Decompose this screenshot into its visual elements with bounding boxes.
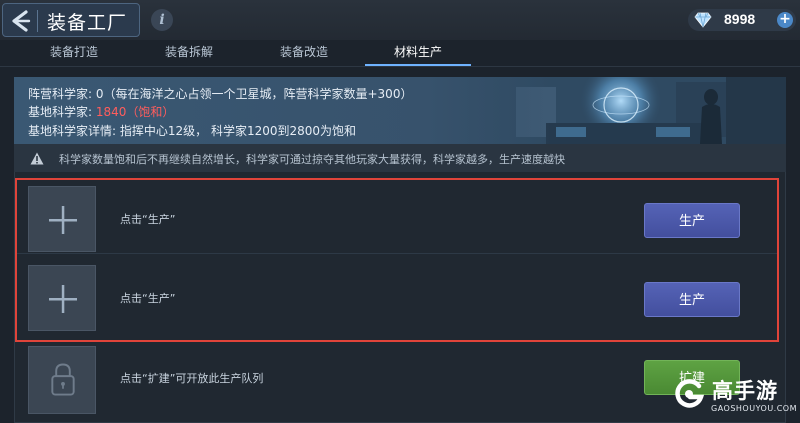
back-arrow-icon	[12, 10, 31, 32]
currency-display: 8998 +	[688, 9, 796, 31]
highlight-frame	[15, 178, 779, 342]
back-button[interactable]	[7, 8, 33, 34]
warning-icon	[30, 152, 44, 165]
faction-scientist-text: 阵营科学家: 0（每在海洋之心占领一个卫星城，阵营科学家数量+300）	[28, 87, 413, 101]
tab-equipment-modify[interactable]: 装备改造	[251, 40, 357, 66]
tab-equipment-craft[interactable]: 装备打造	[21, 40, 127, 66]
watermark-logo-icon	[675, 379, 705, 408]
lock-icon	[51, 363, 75, 396]
tab-bar: 装备打造 装备拆解 装备改造 材料生产	[0, 40, 800, 66]
watermark-name: 高手游	[712, 379, 778, 403]
info-button[interactable]: i	[151, 9, 173, 31]
currency-amount: 8998	[724, 11, 756, 27]
notice-bar: 科学家数量饱和后不再继续自然增长，科学家可通过掠夺其他玩家大量获得，科学家越多，…	[14, 144, 786, 172]
tab-material-production[interactable]: 材料生产	[365, 40, 471, 66]
watermark-url: GAOSHOUYOU.COM	[711, 404, 798, 413]
diamond-icon	[694, 12, 712, 28]
scientist-info-banner: 阵营科学家: 0（每在海洋之心占领一个卫星城，阵营科学家数量+300） 基地科学…	[14, 77, 786, 144]
scientist-detail-text: 基地科学家详情: 指挥中心12级， 科学家1200到2800为饱和	[28, 124, 357, 138]
add-currency-button[interactable]: +	[777, 12, 793, 28]
tab-divider	[0, 66, 800, 67]
notice-text: 科学家数量饱和后不再继续自然增长，科学家可通过掠夺其他玩家大量获得，科学家越多，…	[59, 153, 565, 166]
locked-slot	[28, 346, 96, 414]
title-box: 装备工厂	[2, 3, 140, 37]
expand-hint-text: 点击“扩建”可开放此生产队列	[120, 372, 264, 385]
base-scientist-line: 基地科学家: 1840（饱和）	[28, 103, 174, 120]
page-title: 装备工厂	[47, 12, 128, 34]
site-watermark: 高手游 GAOSHOUYOU.COM	[672, 375, 798, 421]
tab-equipment-dismantle[interactable]: 装备拆解	[136, 40, 242, 66]
locked-production-slot: 点击“扩建”可开放此生产队列 扩建	[16, 343, 778, 423]
base-scientist-label: 基地科学家:	[28, 105, 96, 119]
lab-illustration	[426, 77, 786, 144]
title-divider	[37, 10, 38, 32]
base-scientist-value: 1840（饱和）	[95, 105, 175, 119]
